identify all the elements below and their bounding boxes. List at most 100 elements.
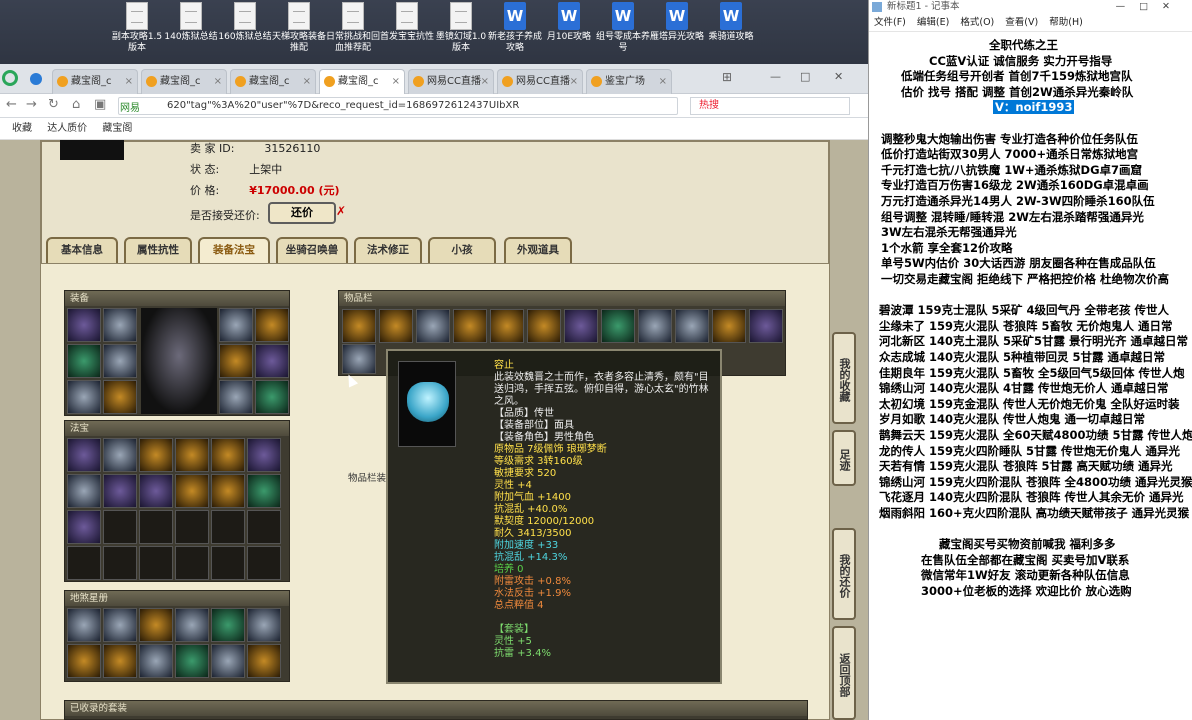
treasure-slot[interactable] bbox=[103, 474, 137, 508]
tab-close-icon[interactable]: × bbox=[392, 70, 400, 94]
equip-slot[interactable] bbox=[103, 344, 137, 378]
treasure-slot[interactable] bbox=[103, 438, 137, 472]
desktop-file-icon[interactable]: W 新老孩子养成攻略 bbox=[486, 2, 544, 54]
inventory-slot[interactable] bbox=[675, 309, 709, 343]
browser-tab[interactable]: 藏宝阁_c × bbox=[230, 69, 316, 94]
footprint-button[interactable]: 足迹 bbox=[832, 430, 856, 486]
earth-star-slot[interactable] bbox=[211, 608, 245, 642]
home-icon[interactable]: ⌂ bbox=[72, 97, 80, 112]
menu-help[interactable]: 帮助(H) bbox=[1049, 17, 1083, 28]
url-input[interactable]: 620"tag"%3A%20"user"%7D&reco_request_id=… bbox=[118, 97, 678, 115]
treasure-slot[interactable] bbox=[211, 438, 245, 472]
browser-tab[interactable]: 网易CC直播 × bbox=[497, 69, 583, 94]
earth-star-slot[interactable] bbox=[139, 608, 173, 642]
browser-tab[interactable]: 藏宝阁_c × bbox=[52, 69, 138, 94]
inventory-slot[interactable] bbox=[749, 309, 783, 343]
my-favorites-button[interactable]: 我的收藏 bbox=[832, 332, 856, 424]
inventory-slot[interactable] bbox=[527, 309, 561, 343]
equip-slot[interactable] bbox=[67, 380, 101, 414]
earth-star-slot[interactable] bbox=[139, 644, 173, 678]
browser-tab[interactable]: 藏宝阁_c × bbox=[141, 69, 227, 94]
desktop-file-icon[interactable]: 日常挑战和回血推荐配 bbox=[324, 2, 382, 54]
treasure-slot[interactable] bbox=[211, 474, 245, 508]
equip-slot[interactable] bbox=[219, 380, 253, 414]
bookmark-item[interactable]: 收藏 bbox=[12, 123, 32, 134]
browser-tab[interactable]: 网易CC直播 × bbox=[408, 69, 494, 94]
desktop-file-icon[interactable]: W 月10E攻略 bbox=[540, 2, 598, 43]
tab-close-icon[interactable]: × bbox=[659, 70, 667, 94]
extensions-icon[interactable]: ▣ bbox=[94, 97, 106, 112]
refresh-icon[interactable]: ↻ bbox=[48, 97, 59, 112]
earth-star-slot[interactable] bbox=[67, 644, 101, 678]
tab-children[interactable]: 小孩 bbox=[428, 237, 496, 263]
desktop-file-icon[interactable]: W 组号零成本养号 bbox=[594, 2, 652, 54]
equip-slot[interactable] bbox=[255, 380, 289, 414]
equip-slot[interactable] bbox=[103, 380, 137, 414]
treasure-slot[interactable] bbox=[139, 438, 173, 472]
tab-close-icon[interactable]: × bbox=[481, 70, 489, 94]
earth-star-slot[interactable] bbox=[103, 608, 137, 642]
notepad-text-area[interactable]: 全职代练之王 CC蓝V认证 诚信服务 实力开号指导 低端任务组号开创者 首创7千15… bbox=[869, 34, 1192, 720]
equip-slot[interactable] bbox=[103, 308, 137, 342]
menu-edit[interactable]: 编辑(E) bbox=[917, 17, 949, 28]
desktop-file-icon[interactable]: W 乘骑道攻略 bbox=[702, 2, 760, 43]
menu-format[interactable]: 格式(O) bbox=[960, 17, 994, 28]
treasure-slot[interactable] bbox=[175, 438, 209, 472]
earth-star-slot[interactable] bbox=[175, 608, 209, 642]
inventory-slot[interactable] bbox=[453, 309, 487, 343]
desktop-file-icon[interactable]: 天梯攻略装备推配 bbox=[270, 2, 328, 54]
tab-attributes[interactable]: 属性抗性 bbox=[124, 237, 192, 263]
inventory-slot[interactable] bbox=[342, 309, 376, 343]
back-icon[interactable]: ← bbox=[6, 97, 17, 112]
browser-tab[interactable]: 藏宝阁_c × bbox=[319, 69, 405, 94]
bookmark-item[interactable]: 达人质价 bbox=[47, 123, 87, 134]
tab-equipment[interactable]: 装备法宝 bbox=[198, 237, 270, 263]
desktop-file-icon[interactable]: W 雁塔异光攻略 bbox=[648, 2, 706, 43]
inventory-slot[interactable] bbox=[564, 309, 598, 343]
tab-close-icon[interactable]: × bbox=[214, 70, 222, 94]
desktop-file-icon[interactable]: 140炼狱总结 bbox=[162, 2, 220, 43]
desktop-file-icon[interactable]: 副本攻略1.5 版本 bbox=[108, 2, 166, 54]
inventory-slot[interactable] bbox=[490, 309, 524, 343]
earth-star-slot[interactable] bbox=[211, 644, 245, 678]
notepad-window-controls[interactable]: —□✕ bbox=[1116, 0, 1184, 14]
tab-close-icon[interactable]: × bbox=[125, 70, 133, 94]
my-offers-button[interactable]: 我的还价 bbox=[832, 528, 856, 620]
treasure-slot[interactable] bbox=[139, 474, 173, 508]
forward-icon[interactable]: → bbox=[26, 97, 37, 112]
counter-offer-button[interactable]: 还价 bbox=[268, 202, 336, 224]
earth-star-slot[interactable] bbox=[67, 608, 101, 642]
tab-close-icon[interactable]: × bbox=[303, 70, 311, 94]
treasure-slot[interactable] bbox=[67, 510, 101, 544]
inventory-slot[interactable] bbox=[712, 309, 746, 343]
tab-appearance[interactable]: 外观道具 bbox=[504, 237, 572, 263]
browser-logo-icon[interactable] bbox=[2, 70, 18, 86]
tab-spell-correction[interactable]: 法术修正 bbox=[354, 237, 422, 263]
earth-star-slot[interactable] bbox=[247, 644, 281, 678]
treasure-slot[interactable] bbox=[67, 474, 101, 508]
equip-slot[interactable] bbox=[67, 344, 101, 378]
treasure-slot[interactable] bbox=[247, 474, 281, 508]
equip-slot[interactable] bbox=[219, 344, 253, 378]
treasure-slot[interactable] bbox=[67, 438, 101, 472]
desktop-file-icon[interactable]: 160炼狱总结 bbox=[216, 2, 274, 43]
window-restore-icon[interactable]: □ bbox=[800, 70, 810, 83]
inventory-slot[interactable] bbox=[416, 309, 450, 343]
equip-slot[interactable] bbox=[255, 308, 289, 342]
browser-tab[interactable]: 鉴宝广场 × bbox=[586, 69, 672, 94]
earth-star-slot[interactable] bbox=[175, 644, 209, 678]
menu-view[interactable]: 查看(V) bbox=[1005, 17, 1038, 28]
equip-slot[interactable] bbox=[255, 344, 289, 378]
earth-star-slot[interactable] bbox=[103, 644, 137, 678]
bookmark-app-icon[interactable] bbox=[30, 73, 42, 85]
search-box[interactable]: 热搜 bbox=[690, 97, 850, 115]
inventory-slot[interactable] bbox=[601, 309, 635, 343]
new-tab-button[interactable]: ⊞ bbox=[722, 70, 732, 84]
desktop-file-icon[interactable]: 首发宝宝抗性 bbox=[378, 2, 436, 43]
menu-file[interactable]: 文件(F) bbox=[874, 17, 906, 28]
inventory-slot[interactable] bbox=[638, 309, 672, 343]
inventory-slot[interactable] bbox=[342, 344, 376, 374]
treasure-slot[interactable] bbox=[247, 438, 281, 472]
equip-slot[interactable] bbox=[219, 308, 253, 342]
window-close-icon[interactable]: ✕ bbox=[834, 70, 843, 83]
